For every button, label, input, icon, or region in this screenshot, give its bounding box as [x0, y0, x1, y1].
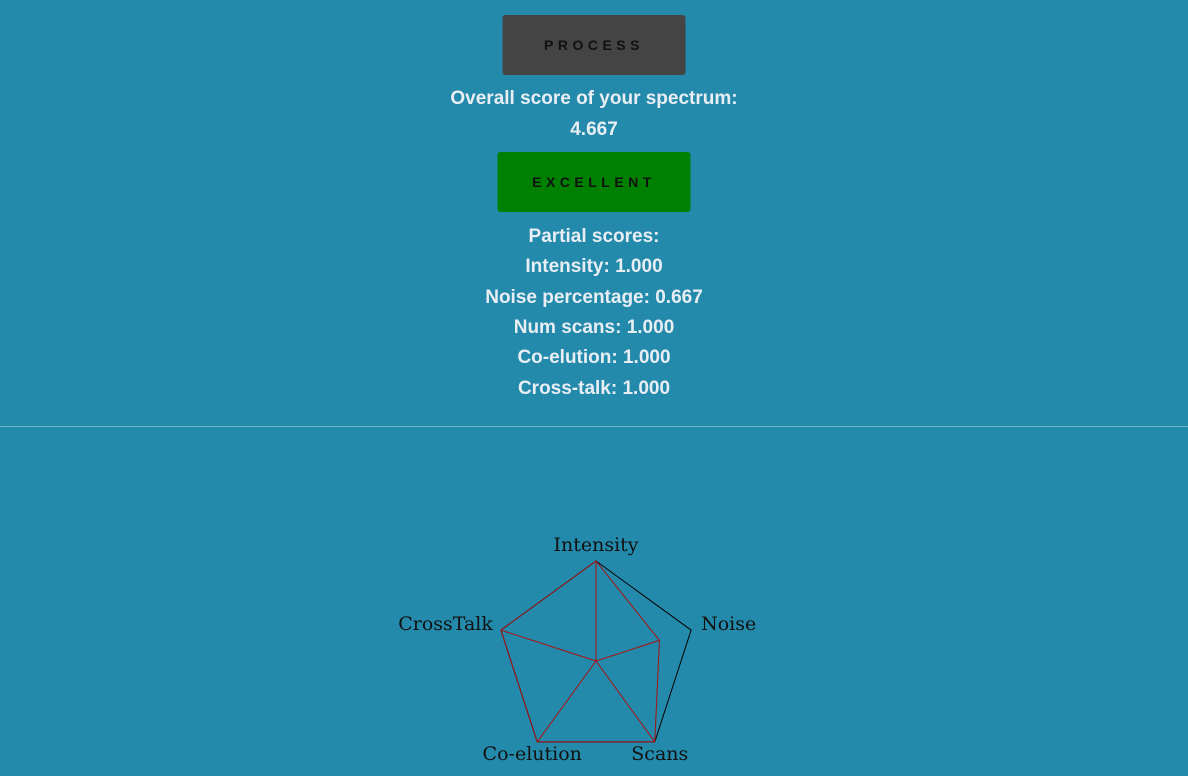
radar-chart: Intensity Noise Scans Co-elution CrossTalk: [398, 534, 756, 765]
radar-axis-label-crosstalk: CrossTalk: [398, 613, 493, 635]
radar-axis-label-intensity: Intensity: [553, 534, 638, 556]
radar-spoke-scans: [595, 660, 656, 743]
radar-axis-label-scans: Scans: [631, 743, 688, 765]
radar-spoke-co-elution: [536, 660, 597, 743]
radar-axis-label-co-elution: Co-elution: [483, 743, 582, 765]
radar-spoke-crosstalk: [500, 629, 597, 662]
radar-axis-label-noise: Noise: [701, 613, 756, 635]
radar-spoke-noise: [595, 639, 660, 662]
